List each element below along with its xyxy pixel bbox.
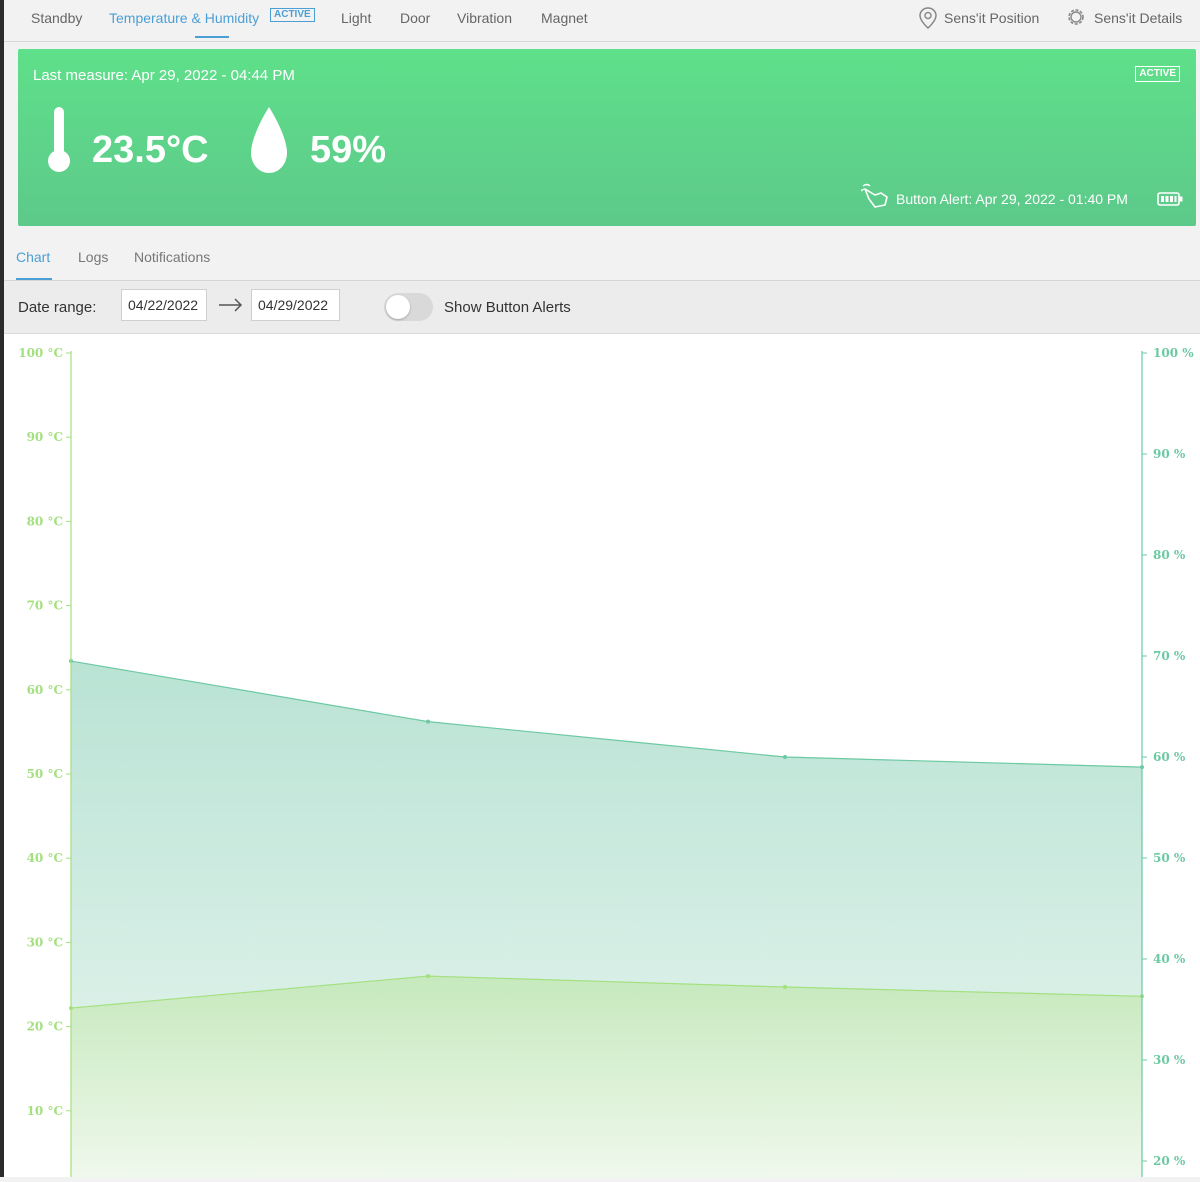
left-axis-tick-label: 70 °C	[27, 599, 63, 613]
active-badge: ACTIVE	[270, 8, 315, 22]
start-date-input[interactable]	[121, 289, 207, 321]
tab-magnet[interactable]: Magnet	[541, 10, 588, 26]
right-axis-tick-label: 70 %	[1153, 649, 1186, 663]
temperature-area	[71, 976, 1142, 1177]
water-drop-icon	[251, 107, 287, 173]
right-axis-tick-label: 100 %	[1153, 346, 1194, 360]
temperature-value: 23.5°C	[92, 129, 209, 171]
chart-area: 100 °C 90 °C 80 °C 70 °C 60 °C 50 °C 40 °C 30 °…	[4, 334, 1200, 1177]
temperature-humidity-chart: 100 °C 90 °C 80 °C 70 °C 60 °C 50 °C 40 °C 30 °…	[18, 346, 1194, 1177]
humidity-point-1	[426, 719, 430, 724]
show-button-alerts-toggle[interactable]	[384, 293, 433, 321]
status-badge: ACTIVE	[1135, 66, 1180, 82]
date-range-label: Date range:	[18, 299, 97, 316]
humidity-point-2	[783, 755, 787, 759]
end-date-input[interactable]	[251, 289, 340, 321]
right-axis-tick-label: 40 %	[1153, 952, 1186, 966]
temperature-point-2	[783, 985, 787, 990]
right-axis-tick-label: 30 %	[1153, 1053, 1186, 1067]
right-axis-tick-label: 50 %	[1153, 851, 1186, 865]
gear-icon[interactable]	[1065, 6, 1087, 28]
current-measure-card: Last measure: Apr 29, 2022 - 04:44 PM AC…	[18, 49, 1196, 226]
tab-temperature-humidity[interactable]: Temperature & Humidity	[109, 10, 259, 26]
right-axis-tick-label: 60 %	[1153, 750, 1186, 764]
left-axis-tick-label: 20 °C	[27, 1020, 63, 1034]
active-tab-indicator	[195, 36, 229, 38]
active-view-indicator	[16, 278, 52, 280]
battery-icon	[1157, 192, 1183, 206]
left-axis-tick-label: 50 °C	[27, 767, 63, 781]
toggle-knob	[386, 295, 410, 319]
hand-pointer-icon	[861, 183, 888, 208]
tab-chart[interactable]: Chart	[16, 249, 50, 265]
left-axis-tick-label: 10 °C	[27, 1104, 63, 1118]
left-axis-tick-label: 90 °C	[27, 430, 63, 444]
date-filter-bar: Date range: Show Button Alerts	[4, 281, 1200, 334]
left-axis-tick-label: 60 °C	[27, 683, 63, 697]
tab-light[interactable]: Light	[341, 10, 371, 26]
sensor-position-link[interactable]: Sens'it Position	[944, 10, 1039, 26]
temperature-point-1	[426, 974, 430, 979]
humidity-value: 59%	[310, 129, 387, 171]
tab-door[interactable]: Door	[400, 10, 430, 26]
show-button-alerts-label: Show Button Alerts	[444, 299, 571, 316]
right-axis-tick-label: 20 %	[1153, 1154, 1186, 1168]
map-pin-icon[interactable]	[918, 6, 938, 30]
tab-vibration[interactable]: Vibration	[457, 10, 512, 26]
tab-logs[interactable]: Logs	[78, 249, 108, 265]
right-axis-tick-label: 80 %	[1153, 548, 1186, 562]
left-axis-tick-label: 80 °C	[27, 514, 63, 528]
last-measure-text: Last measure: Apr 29, 2022 - 04:44 PM	[33, 67, 295, 84]
view-tabs: Chart Logs Notifications	[4, 241, 1200, 281]
arrow-right-icon	[219, 298, 243, 312]
tab-standby[interactable]: Standby	[31, 10, 82, 26]
left-axis-tick-label: 40 °C	[27, 851, 63, 865]
button-alert-text: Button Alert: Apr 29, 2022 - 01:40 PM	[896, 191, 1128, 207]
right-axis-tick-label: 90 %	[1153, 447, 1186, 461]
thermometer-icon	[48, 107, 70, 172]
left-axis-tick-label: 30 °C	[27, 935, 63, 949]
left-axis-tick-label: 100 °C	[18, 346, 63, 360]
sensor-mode-tabs: Standby Temperature & Humidity ACTIVE Li…	[4, 0, 1200, 42]
sensor-details-link[interactable]: Sens'it Details	[1094, 10, 1182, 26]
tab-notifications[interactable]: Notifications	[134, 249, 210, 265]
